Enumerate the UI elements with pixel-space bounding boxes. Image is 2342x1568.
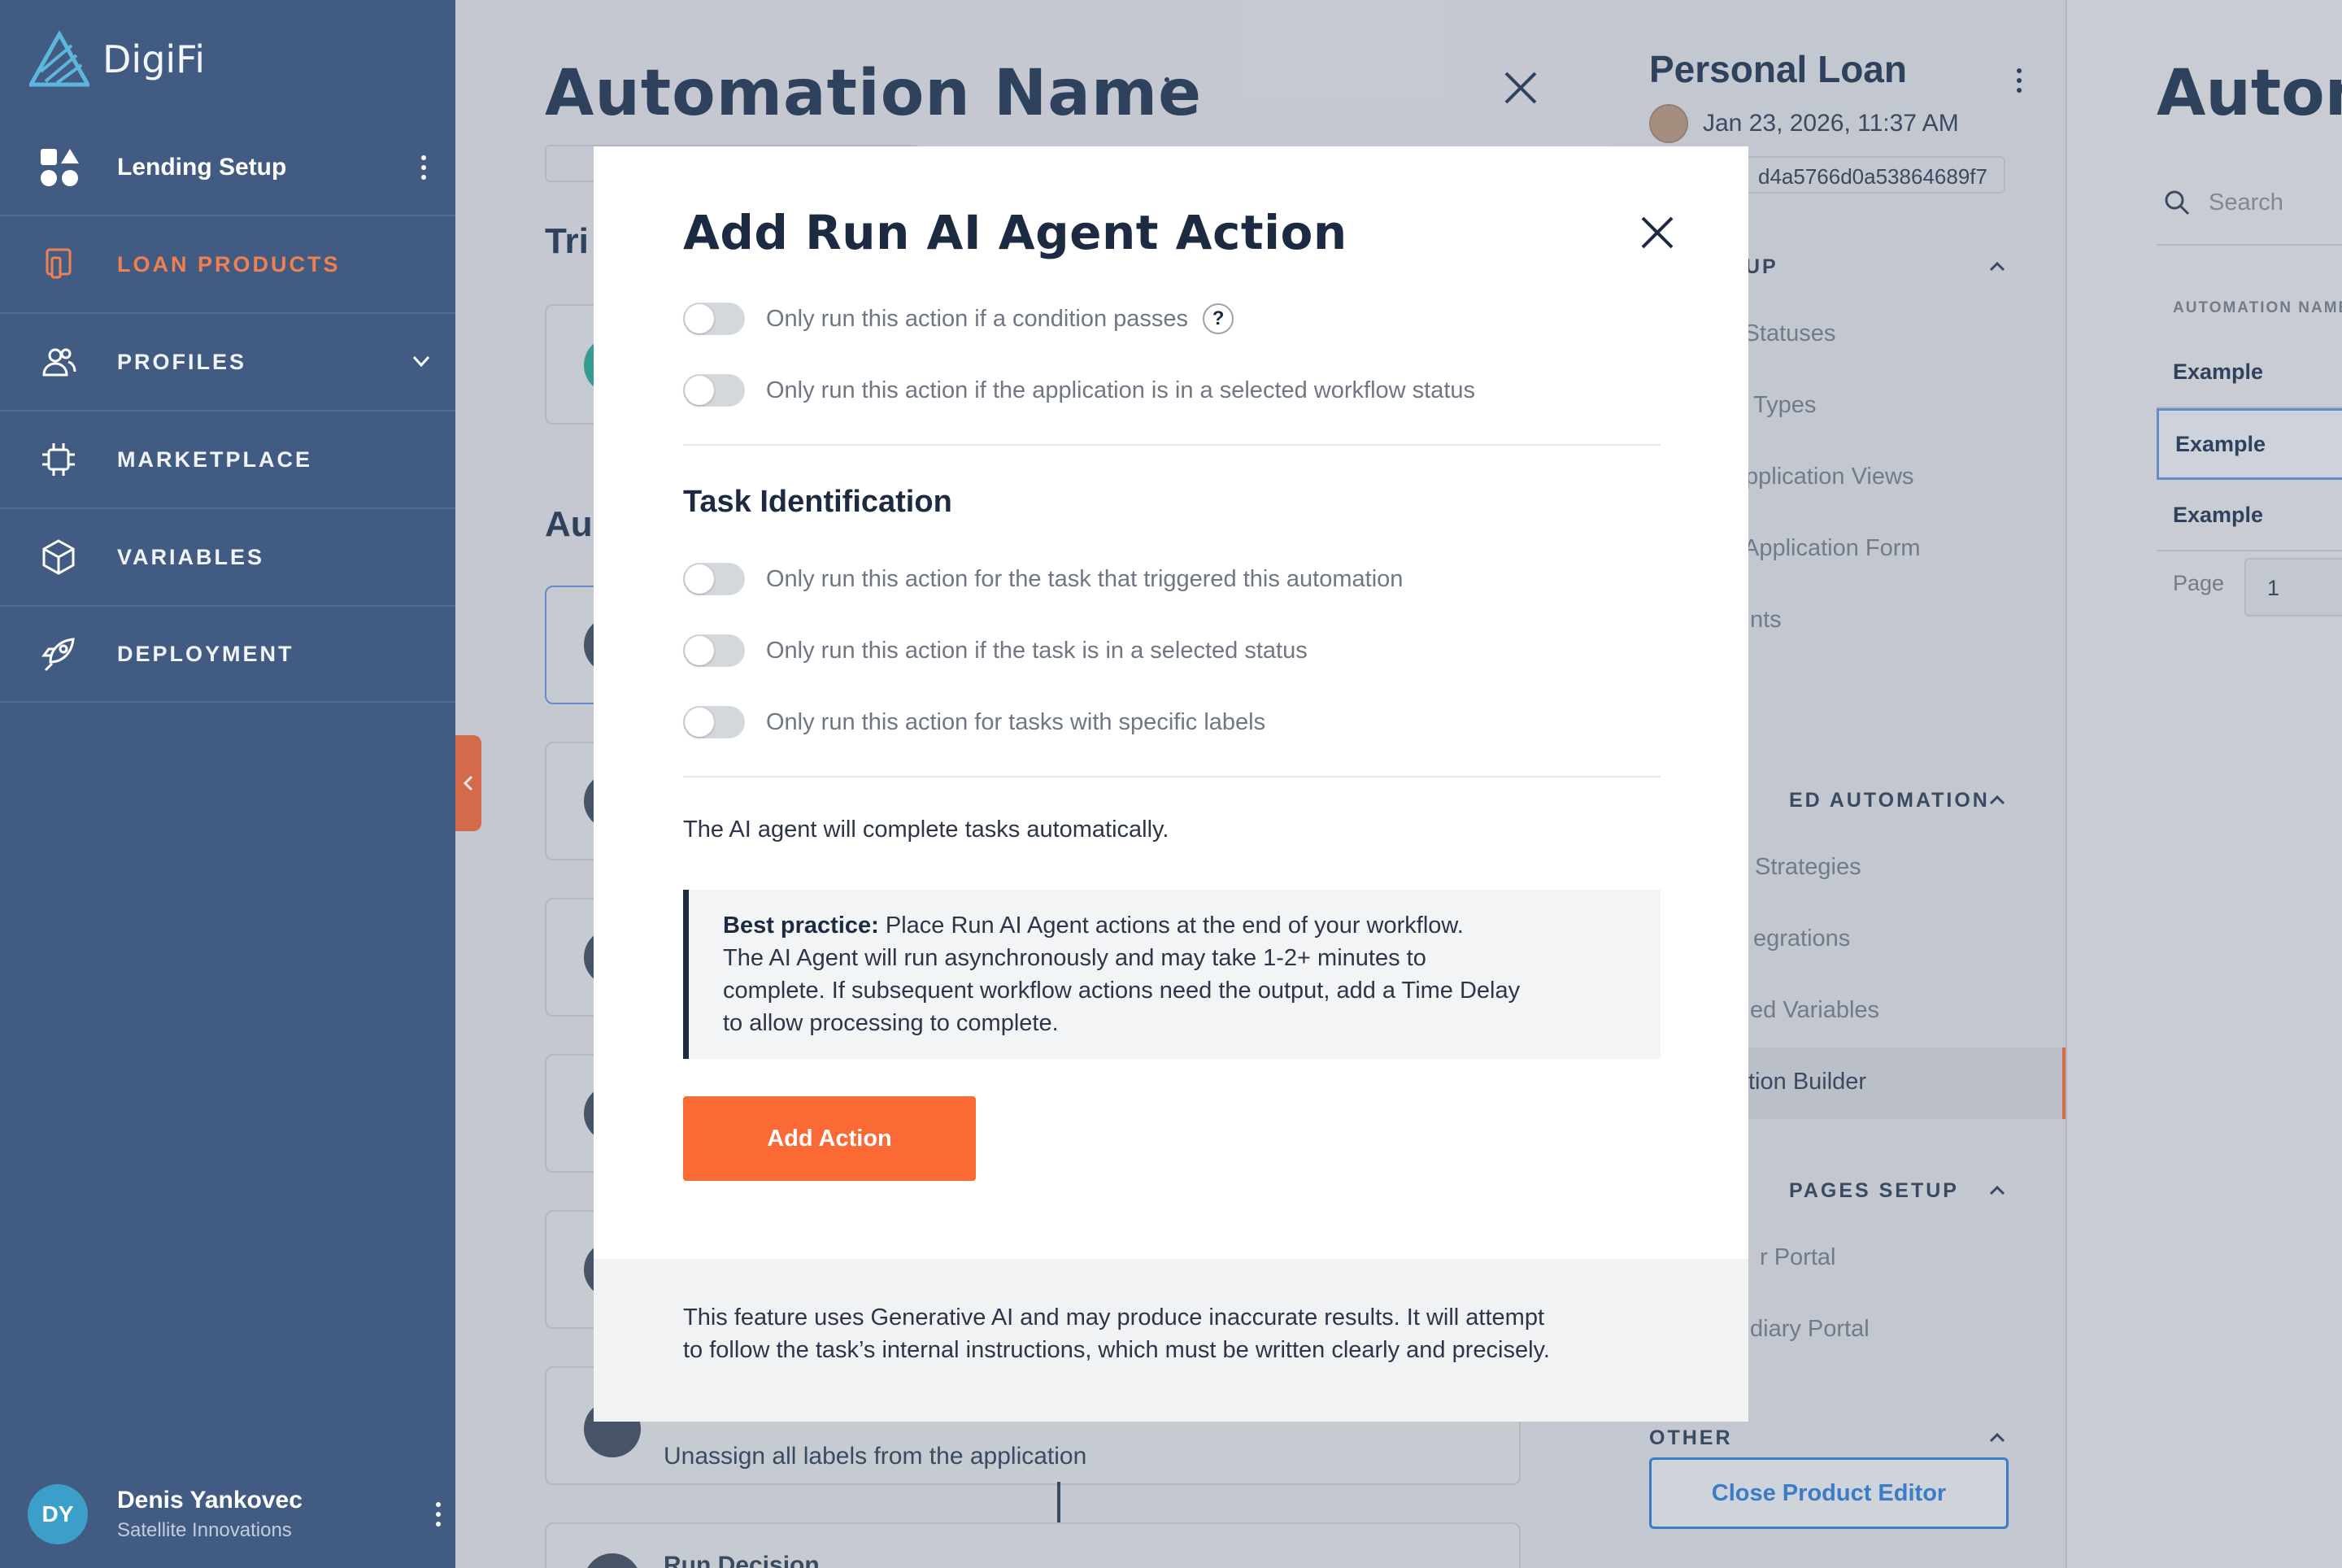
task-status-toggle-row: Only run this action if the task is in a… — [683, 633, 1308, 669]
workspace-switcher[interactable]: Lending Setup — [0, 122, 455, 213]
logo-text: DigiFi — [102, 37, 206, 81]
callout-text: The AI Agent will run asynchronously and… — [723, 945, 1426, 971]
deployment-icon — [41, 638, 75, 672]
close-icon[interactable] — [1639, 215, 1675, 250]
sidebar-item-loan-products[interactable]: LOAN PRODUCTS — [0, 215, 455, 312]
disclaimer-text: This feature uses Generative AI and may … — [683, 1304, 1545, 1331]
task-identification-title: Task Identification — [683, 485, 952, 519]
toggle-label: Only run this action if the application … — [766, 377, 1476, 403]
sidebar: DigiFi Lending Setup LOAN PRODUCTS PROFI… — [0, 0, 455, 1568]
add-action-button[interactable]: Add Action — [683, 1096, 976, 1181]
user-menu-icon[interactable] — [434, 1502, 442, 1527]
sidebar-item-deployment[interactable]: DEPLOYMENT — [0, 605, 455, 703]
workflow-status-toggle[interactable] — [683, 374, 745, 407]
sidebar-item-label: LOAN PRODUCTS — [117, 251, 341, 277]
shapes-grid-icon — [41, 149, 79, 186]
sidebar-nav: LOAN PRODUCTS PROFILES MARKETPLACE VARIA… — [0, 215, 455, 703]
disclaimer-text: to follow the task’s internal instructio… — [683, 1337, 1550, 1363]
divider — [683, 776, 1661, 777]
avatar: DY — [28, 1484, 88, 1544]
task-trigger-toggle-row: Only run this action for the task that t… — [683, 561, 1403, 597]
profiles-icon — [42, 348, 76, 377]
digifi-logo-icon — [29, 31, 89, 87]
condition-toggle[interactable] — [683, 303, 745, 335]
user-name: Denis Yankovec — [117, 1487, 303, 1514]
ai-disclaimer-footer: This feature uses Generative AI and may … — [594, 1259, 1748, 1422]
task-labels-toggle[interactable] — [683, 706, 745, 738]
sidebar-item-label: MARKETPLACE — [117, 446, 312, 472]
variables-icon — [42, 539, 75, 575]
info-text: The AI agent will complete tasks automat… — [683, 817, 1169, 843]
workspace-menu-icon[interactable] — [420, 155, 428, 180]
callout-text: complete. If subsequent workflow actions… — [723, 978, 1521, 1004]
sidebar-item-marketplace[interactable]: MARKETPLACE — [0, 410, 455, 507]
marketplace-icon — [42, 443, 75, 476]
toggle-label: Only run this action for tasks with spec… — [766, 708, 1266, 735]
task-trigger-toggle[interactable] — [683, 563, 745, 595]
divider — [683, 444, 1661, 446]
task-labels-toggle-row: Only run this action for tasks with spec… — [683, 704, 1265, 740]
task-status-toggle[interactable] — [683, 634, 745, 667]
loan-products-icon — [46, 248, 72, 279]
workflow-status-toggle-row: Only run this action if the application … — [683, 372, 1475, 408]
dialog-title: Add Run AI Agent Action — [683, 205, 1347, 260]
user-organization: Satellite Innovations — [117, 1519, 292, 1541]
sidebar-item-variables[interactable]: VARIABLES — [0, 507, 455, 605]
condition-toggle-row: Only run this action if a condition pass… — [683, 301, 1234, 337]
help-icon[interactable]: ? — [1203, 303, 1234, 334]
toggle-label: Only run this action if a condition pass… — [766, 305, 1189, 332]
add-run-ai-agent-action-dialog: Add Run AI Agent Action Only run this ac… — [594, 146, 1748, 1422]
callout-text: to allow processing to complete. — [723, 1010, 1059, 1036]
callout-text: Place Run AI Agent actions at the end of… — [878, 912, 1464, 939]
workspace-label: Lending Setup — [117, 154, 287, 181]
callout-bold-label: Best practice: — [723, 912, 879, 939]
toggle-label: Only run this action for the task that t… — [766, 565, 1404, 592]
sidebar-item-profiles[interactable]: PROFILES — [0, 312, 455, 410]
user-profile[interactable]: DY Denis Yankovec Satellite Innovations — [28, 1479, 442, 1550]
best-practice-callout: Best practice: Place Run AI Agent action… — [683, 890, 1661, 1059]
chevron-down-icon[interactable] — [410, 350, 433, 372]
sidebar-item-label: PROFILES — [117, 349, 247, 374]
sidebar-item-label: DEPLOYMENT — [117, 641, 294, 666]
sidebar-item-label: VARIABLES — [117, 544, 265, 569]
toggle-label: Only run this action if the task is in a… — [766, 637, 1308, 664]
logo[interactable]: DigiFi — [29, 29, 205, 89]
